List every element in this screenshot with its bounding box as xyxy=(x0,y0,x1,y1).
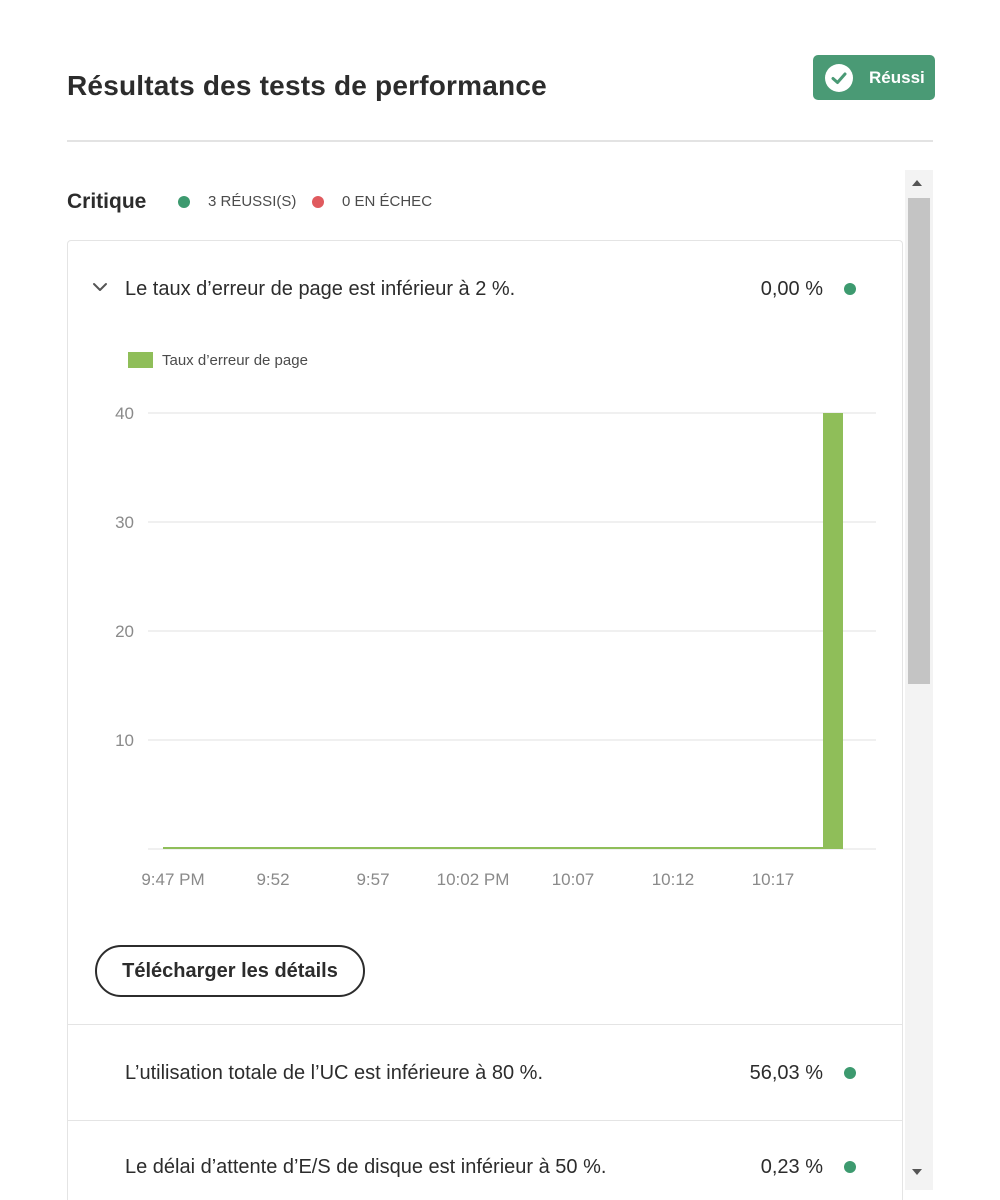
bar xyxy=(643,847,663,849)
bar xyxy=(323,847,343,849)
failed-count: 0 EN ÉCHEC xyxy=(312,193,432,210)
legend-label: Taux d’erreur de page xyxy=(162,352,308,369)
bar xyxy=(263,847,283,849)
bar xyxy=(823,413,843,849)
test-value: 56,03 % xyxy=(749,1062,823,1084)
test-label[interactable]: Le taux d’erreur de page est inférieur à… xyxy=(125,278,515,301)
bar xyxy=(783,847,803,849)
scroll-up-icon[interactable] xyxy=(912,180,922,186)
x-tick-label: 10:12 xyxy=(652,870,695,889)
bar xyxy=(703,847,723,849)
passed-count: 3 RÉUSSI(S) xyxy=(178,193,296,210)
bar xyxy=(423,847,443,849)
test-value: 0,00 % xyxy=(760,278,823,300)
x-tick-label: 10:02 PM xyxy=(437,870,510,889)
x-tick-label: 9:52 xyxy=(256,870,289,889)
bar xyxy=(503,847,523,849)
bar xyxy=(663,847,683,849)
bar xyxy=(803,847,823,849)
failed-count-label: 0 EN ÉCHEC xyxy=(342,193,433,210)
bar xyxy=(683,847,703,849)
bar xyxy=(603,847,623,849)
test-label[interactable]: L’utilisation totale de l’UC est inférie… xyxy=(125,1062,543,1085)
legend-swatch xyxy=(128,352,153,368)
row-divider xyxy=(68,1120,902,1121)
bar xyxy=(303,847,323,849)
bar xyxy=(383,847,403,849)
bar xyxy=(183,847,203,849)
bar xyxy=(463,847,483,849)
status-badge: Réussi xyxy=(813,55,935,100)
bar xyxy=(283,847,303,849)
bar xyxy=(243,847,263,849)
scrollbar-thumb[interactable] xyxy=(908,198,930,684)
bar xyxy=(483,847,503,849)
section-label: Critique xyxy=(67,190,147,213)
pass-dot-icon xyxy=(178,195,190,208)
y-tick-label: 40 xyxy=(115,404,134,423)
header-divider xyxy=(67,140,933,142)
page-title: Résultats des tests de performance xyxy=(67,70,547,101)
pass-dot-icon xyxy=(844,1067,856,1079)
chevron-down-icon[interactable] xyxy=(92,280,108,298)
bar xyxy=(223,847,243,849)
passed-count-label: 3 RÉUSSI(S) xyxy=(208,193,297,210)
bar xyxy=(763,847,783,849)
error-rate-chart: 10 20 30 40 9:47 PM 9:52 9:57 10:02 PM 10:07 10:1… xyxy=(115,404,876,889)
x-tick-label: 10:07 xyxy=(552,870,595,889)
test-label[interactable]: Le délai d’attente d’E/S de disque est i… xyxy=(125,1156,606,1179)
scroll-down-icon[interactable] xyxy=(912,1169,922,1175)
y-tick-label: 30 xyxy=(115,513,134,532)
bar xyxy=(203,847,223,849)
bar xyxy=(723,847,743,849)
x-tick-label: 10:17 xyxy=(752,870,795,889)
pass-dot-icon xyxy=(844,283,856,295)
fail-dot-icon xyxy=(312,195,324,208)
bar xyxy=(743,847,763,849)
x-tick-label: 9:47 PM xyxy=(141,870,204,889)
checkmark-icon xyxy=(825,63,853,92)
row-divider xyxy=(68,1024,902,1025)
bar xyxy=(583,847,603,849)
bar xyxy=(443,847,463,849)
bar xyxy=(623,847,643,849)
x-tick-label: 9:57 xyxy=(356,870,389,889)
test-value: 0,23 % xyxy=(760,1156,823,1178)
bar xyxy=(563,847,583,849)
bar xyxy=(363,847,383,849)
y-tick-label: 20 xyxy=(115,622,134,641)
bar xyxy=(343,847,363,849)
y-tick-label: 10 xyxy=(115,731,134,750)
status-badge-label: Réussi xyxy=(869,67,925,87)
pass-dot-icon xyxy=(844,1161,856,1173)
download-details-button[interactable]: Télécharger les détails xyxy=(95,945,365,997)
bar xyxy=(163,847,183,849)
bar xyxy=(523,847,543,849)
bar xyxy=(543,847,563,849)
bar xyxy=(403,847,423,849)
